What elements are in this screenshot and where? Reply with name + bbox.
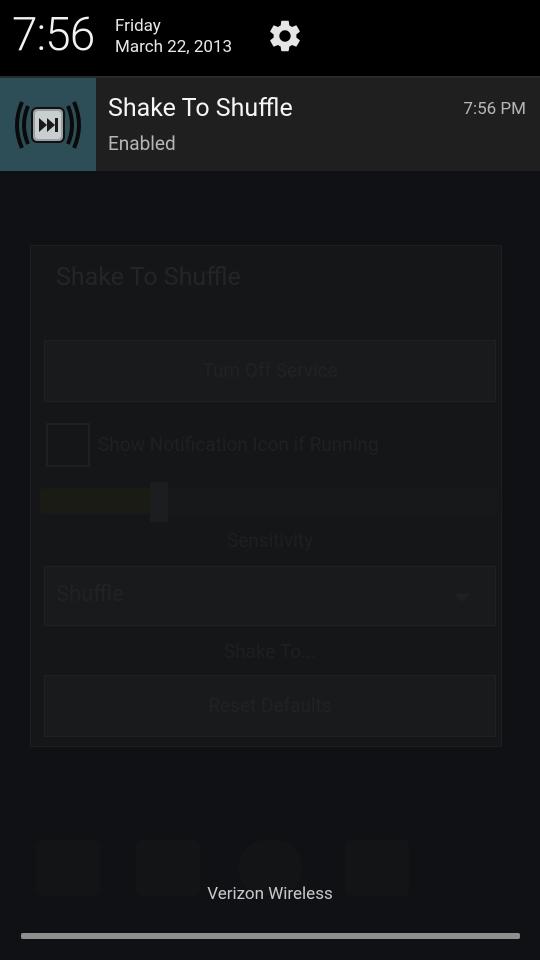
- day-label: Friday: [115, 16, 161, 36]
- gear-icon[interactable]: [266, 17, 304, 55]
- shake-action-select-value: Shuffle: [56, 582, 124, 607]
- clock: 7:56: [12, 8, 95, 62]
- notification-subtitle: Enabled: [108, 132, 176, 155]
- carrier-label: Verizon Wireless: [207, 884, 333, 904]
- sensitivity-slider-fill: [40, 489, 150, 513]
- show-notification-label: Show Notification Icon if Running: [98, 433, 379, 456]
- show-notification-checkbox: [46, 423, 90, 467]
- sensitivity-label: Sensitivity: [226, 529, 314, 552]
- dropdown-arrow-icon: [454, 594, 470, 602]
- sensitivity-slider-thumb: [150, 482, 168, 522]
- reset-defaults-button: Reset Defaults: [44, 675, 496, 737]
- background-dialog-title: Shake To Shuffle: [56, 263, 241, 292]
- shake-to-label: Shake To...: [223, 640, 317, 663]
- notification-shake-to-shuffle[interactable]: Shake To Shuffle Enabled 7:56 PM: [0, 78, 540, 171]
- turn-off-service-button: Turn Off Service: [44, 340, 496, 402]
- notification-time: 7:56 PM: [463, 99, 526, 119]
- notification-shade-header: 7:56 Friday March 22, 2013: [0, 0, 540, 76]
- notification-title: Shake To Shuffle: [108, 94, 293, 123]
- shake-speaker-icon: [0, 78, 96, 171]
- date-label: March 22, 2013: [115, 37, 233, 57]
- shade-drag-handle[interactable]: [21, 933, 520, 939]
